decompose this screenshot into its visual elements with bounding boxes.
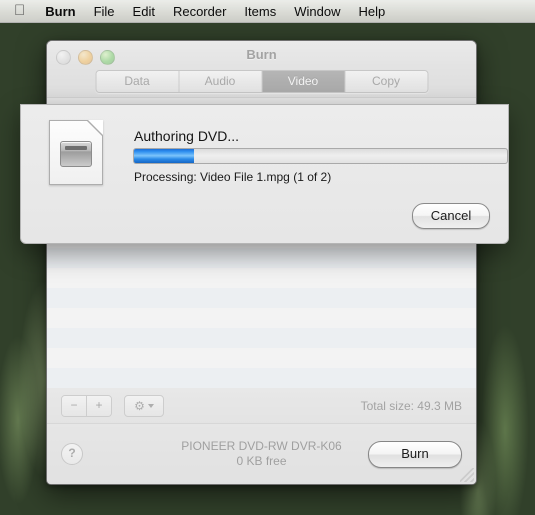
list-item-empty [47,268,476,288]
list-item-empty [47,248,476,268]
menu-item-window[interactable]: Window [285,4,349,19]
menu-item-file[interactable]: File [85,4,124,19]
tab-audio[interactable]: Audio [179,71,262,92]
list-item-empty [47,308,476,328]
chevron-down-icon [147,403,154,408]
mode-tab-group: Data Audio Video Copy [95,70,428,93]
tab-video[interactable]: Video [262,71,345,92]
progress-sheet: Authoring DVD... Processing: Video File … [20,104,509,244]
list-item-empty [47,368,476,388]
burn-button[interactable]: Burn [368,440,462,468]
resize-grip[interactable] [460,468,474,482]
disc-image-document-icon [49,120,103,185]
action-menu-button[interactable]: ⚙ [124,394,164,417]
sheet-title: Authoring DVD... [134,128,240,144]
progress-bar-fill [134,149,194,163]
menu-item-recorder[interactable]: Recorder [164,4,235,19]
progress-bar [133,148,508,164]
list-item-empty [47,288,476,308]
remove-item-button[interactable]: − [62,395,87,416]
burn-bar: ? PIONEER DVD-RW DVR-K06 0 KB free Burn [47,424,476,484]
list-toolbar: − + ⚙ Total size: 49.3 MB [47,388,476,424]
list-item-empty [47,348,476,368]
cancel-button[interactable]: Cancel [412,203,490,229]
tab-copy[interactable]: Copy [345,71,427,92]
list-item-empty [47,328,476,348]
progress-status-text: Processing: Video File 1.mpg (1 of 2) [134,170,332,184]
tab-data[interactable]: Data [96,71,179,92]
menu-bar:  Burn File Edit Recorder Items Window H… [0,0,535,23]
add-item-button[interactable]: + [87,395,111,416]
window-title: Burn [246,47,277,62]
apple-icon[interactable]:  [0,3,36,18]
menu-item-help[interactable]: Help [349,4,394,19]
window-title-bar[interactable]: Burn Data Audio Video Copy [47,41,476,98]
menu-item-edit[interactable]: Edit [124,4,164,19]
gear-icon: ⚙ [134,398,145,413]
help-button[interactable]: ? [61,443,83,465]
hard-drive-icon [60,140,92,167]
add-remove-group: − + [61,394,112,417]
menu-item-burn[interactable]: Burn [36,4,84,19]
menu-item-items[interactable]: Items [235,4,285,19]
total-size-label: Total size: 49.3 MB [360,398,462,413]
